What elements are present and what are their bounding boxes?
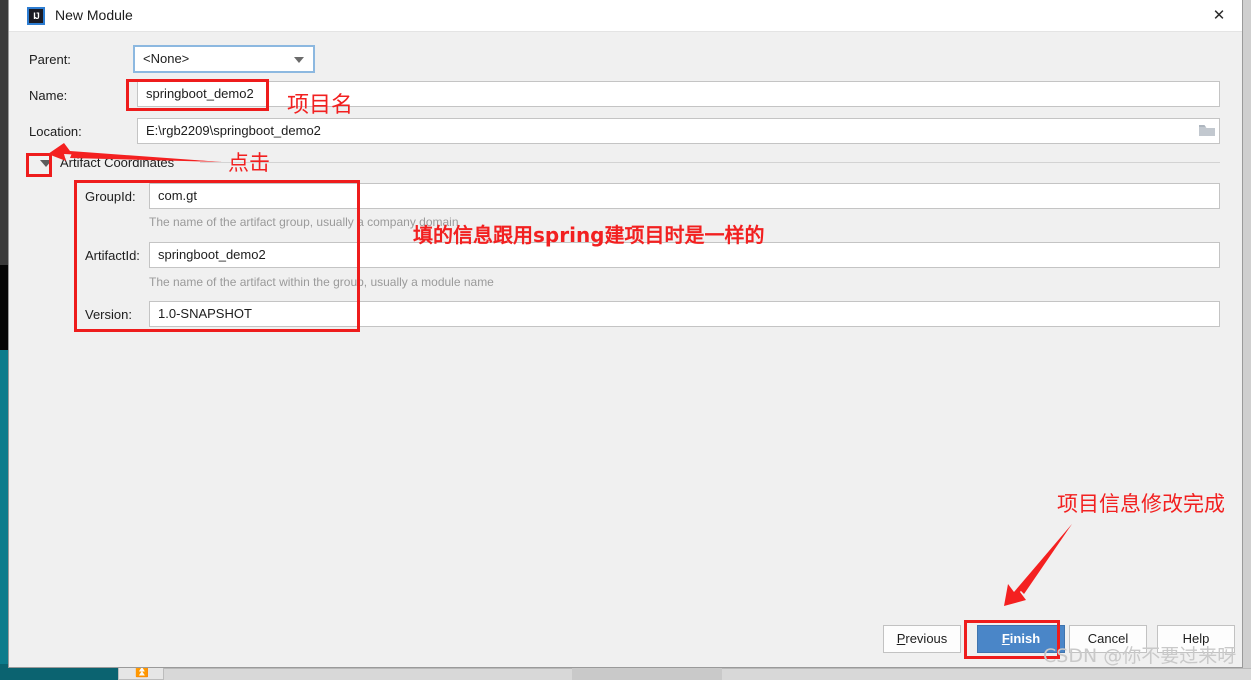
watermark: CSDN @你不要过来呀 <box>1043 645 1237 667</box>
section-divider <box>200 162 1220 163</box>
chevron-down-icon <box>294 57 304 63</box>
parent-value: <None> <box>143 51 190 66</box>
anchor-icon: ⏫ <box>135 666 149 678</box>
version-input[interactable]: 1.0-SNAPSHOT <box>149 301 1220 327</box>
close-icon[interactable]: ✕ <box>1196 0 1242 31</box>
parent-label: Parent: <box>29 52 71 67</box>
intellij-idea-icon: IJ <box>27 7 45 25</box>
groupid-label: GroupId: <box>85 189 136 204</box>
artifact-coordinates-title[interactable]: Artifact Coordinates <box>60 155 174 170</box>
parent-combobox[interactable]: <None> <box>133 45 315 73</box>
background-right-edge <box>1243 0 1251 668</box>
location-label: Location: <box>29 124 82 139</box>
annotation-finished: 项目信息修改完成 <box>1057 492 1225 516</box>
annotation-project-name: 项目名 <box>287 93 354 118</box>
annotation-click: 点击 <box>228 151 270 175</box>
artifactid-hint: The name of the artifact within the grou… <box>149 275 494 289</box>
version-label: Version: <box>85 307 132 322</box>
previous-button[interactable]: PPreviousrevious <box>883 625 961 653</box>
location-input[interactable]: E:\rgb2209\springboot_demo2 <box>137 118 1220 144</box>
annotation-same-as-spring: 填的信息跟用spring建项目时是一样的 <box>413 223 765 247</box>
new-module-dialog: IJ New Module ✕ Parent: <None> Name: spr… <box>8 0 1243 668</box>
name-label: Name: <box>29 88 68 103</box>
triangle-down-icon[interactable] <box>40 160 52 167</box>
groupid-input[interactable]: com.gt <box>149 183 1220 209</box>
folder-icon[interactable] <box>1199 124 1215 137</box>
dialog-title: New Module <box>55 7 133 23</box>
background-status-segment <box>572 668 722 680</box>
artifactid-label: ArtifactId: <box>85 248 140 263</box>
dialog-titlebar: IJ New Module ✕ <box>9 0 1242 32</box>
